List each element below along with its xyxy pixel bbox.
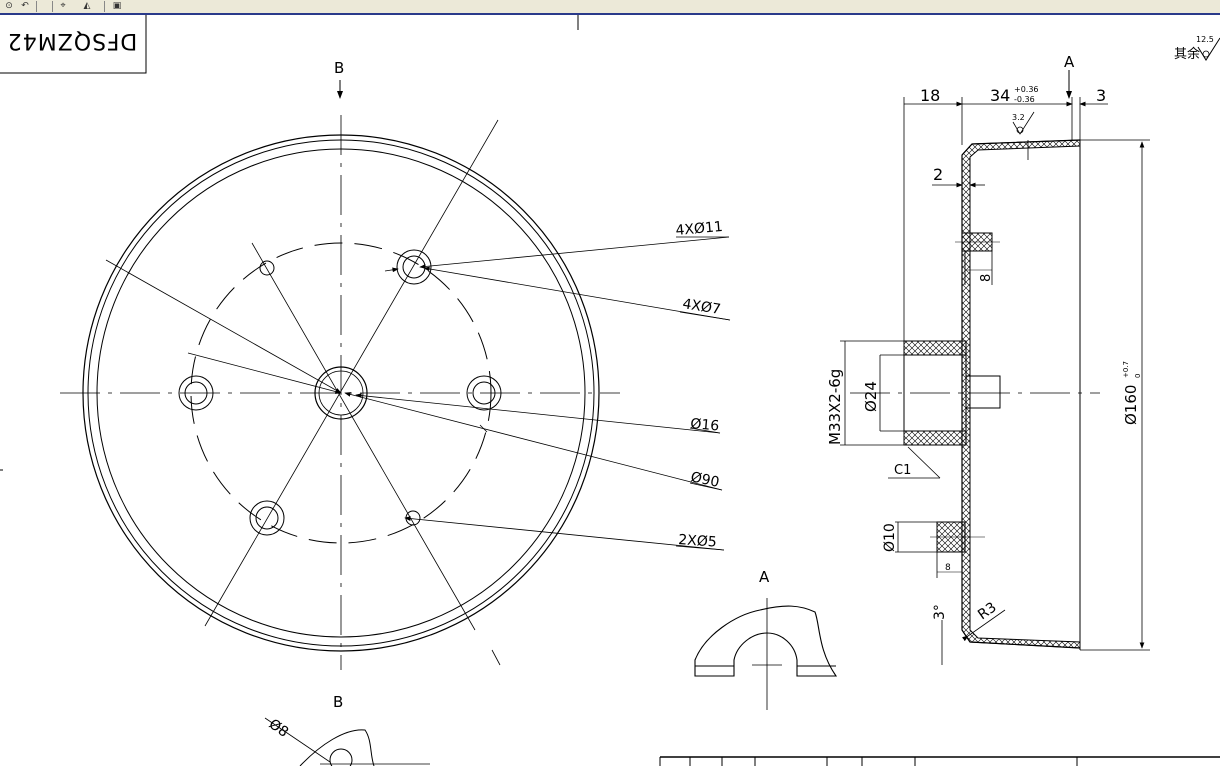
measure-icon[interactable]: ⌖: [56, 0, 70, 12]
toolbar: ⊙ ↶ ⌖ ◭ ▣: [0, 0, 1220, 15]
dim-r3: R3: [975, 599, 999, 623]
roughness-label: 其余: [1174, 46, 1200, 62]
front-view: B: [60, 59, 731, 670]
code-label-box: DFSQZM42: [0, 15, 147, 74]
dim-8-upper: 8: [979, 274, 994, 282]
side-section-mark-a: A: [1064, 53, 1075, 71]
code-label: DFSQZM42: [7, 28, 138, 53]
detail-a-label: A: [759, 568, 770, 586]
callout-2x5: 2XØ5: [678, 532, 717, 551]
callout-4x11: 4XØ11: [675, 219, 724, 239]
dim-18: 18: [920, 86, 940, 105]
detail-b-label: B: [333, 693, 343, 711]
dim-34-lower-tol: -0.36: [1014, 95, 1035, 104]
dim-10: Ø10: [882, 523, 898, 552]
technical-drawing: DFSQZM42 其余 12.5 B 4XØ11 4XØ7 Ø16 Ø90 2X…: [0, 15, 1220, 770]
roughness-local: 3.2: [1012, 113, 1025, 122]
roughness-symbol: 其余 12.5: [1174, 35, 1220, 62]
callout-4x7: 4XØ7: [681, 296, 721, 318]
toolbar-divider: [104, 1, 105, 12]
toolbar-divider: [36, 1, 37, 12]
detail-a-view: A: [694, 568, 838, 710]
dim-24: Ø24: [862, 381, 880, 412]
dim-160: Ø160: [1122, 385, 1140, 425]
dim-8-lower: 8: [945, 563, 951, 573]
undo-icon[interactable]: ↶: [18, 0, 32, 12]
front-view-callouts: 4XØ11 4XØ7 Ø16 Ø90 2XØ5: [675, 219, 724, 551]
callout-16: Ø16: [690, 416, 720, 434]
drawing-canvas[interactable]: DFSQZM42 其余 12.5 B 4XØ11 4XØ7 Ø16 Ø90 2X…: [0, 15, 1220, 770]
dim-34-upper-tol: +0.36: [1014, 85, 1039, 94]
color-icon[interactable]: ▣: [110, 0, 124, 12]
side-view: [840, 70, 1150, 665]
section-mark-b-top: B: [334, 59, 344, 77]
callout-90: Ø90: [689, 469, 721, 491]
dim-160-lower-tol: 0: [1134, 374, 1142, 378]
detail-b-dim: Ø8: [266, 716, 292, 741]
roughness-value: 12.5: [1196, 35, 1214, 44]
layer-icon[interactable]: ◭: [80, 0, 94, 12]
dim-2: 2: [933, 165, 943, 184]
snap-icon[interactable]: ⊙: [2, 0, 16, 12]
dim-3: 3: [1096, 86, 1106, 105]
dim-angle-3: 3°: [932, 604, 948, 620]
dim-34: 34: [990, 86, 1010, 105]
side-view-dims: A 18 34 +0.36 -0.36 3 2 8 M33X2-6g Ø24 C…: [826, 53, 1142, 623]
dim-c1: C1: [894, 463, 911, 478]
detail-b-view: B Ø8: [264, 693, 430, 770]
dim-thread: M33X2-6g: [826, 369, 844, 445]
title-block: [659, 756, 1220, 766]
dim-160-upper-tol: +0.7: [1122, 361, 1130, 378]
toolbar-divider: [52, 1, 53, 12]
